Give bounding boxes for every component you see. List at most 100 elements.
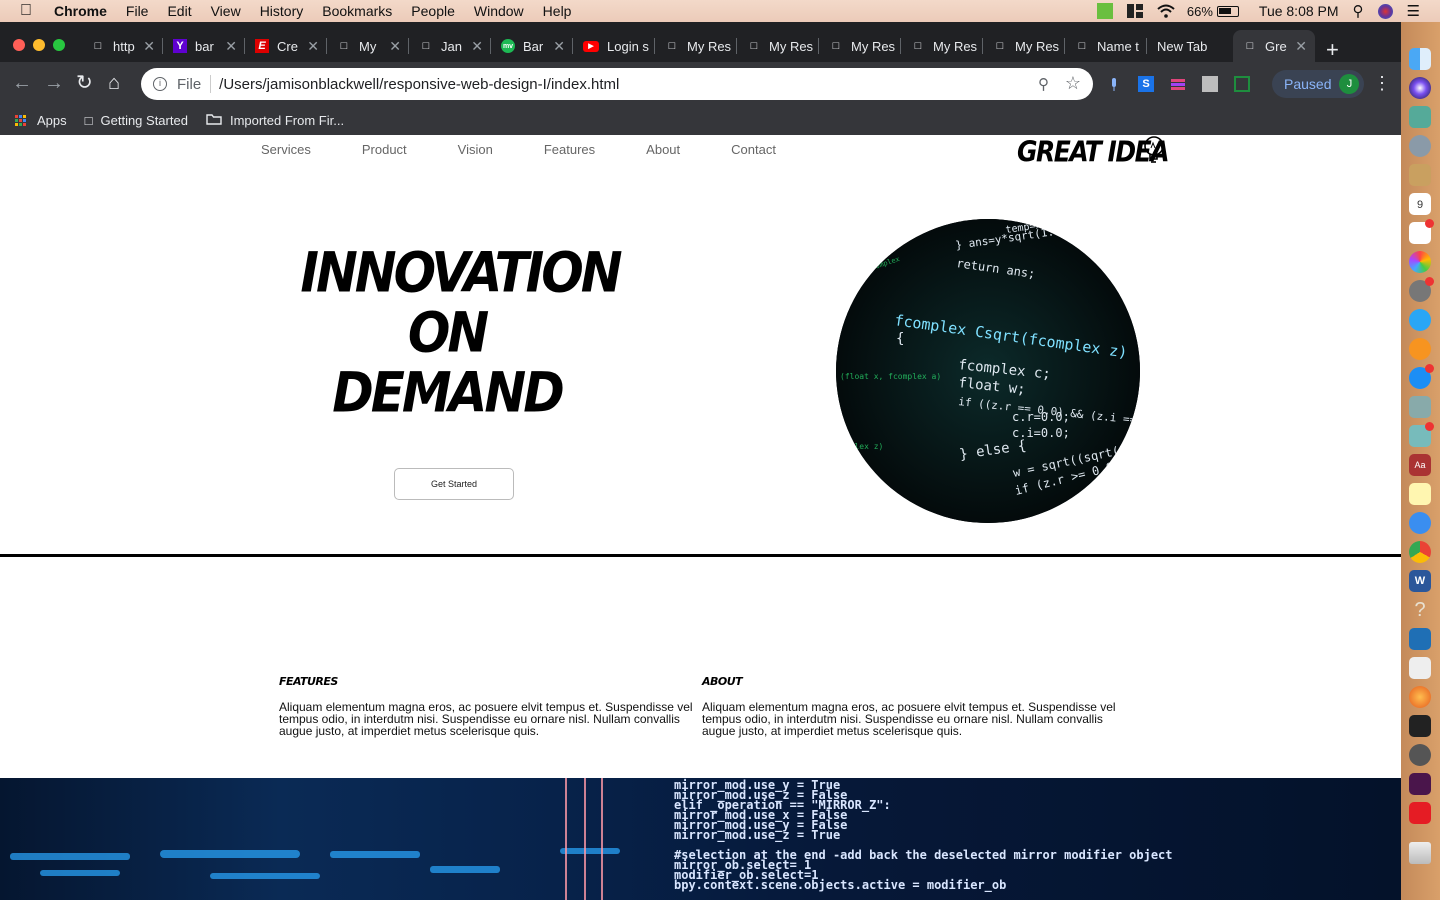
tab[interactable]: New Tab [1147, 30, 1231, 62]
photos-icon[interactable] [1409, 251, 1431, 273]
get-started-button[interactable]: Get Started [394, 468, 514, 500]
extension-gray-icon[interactable] [1202, 76, 1218, 92]
menu-history[interactable]: History [260, 3, 304, 19]
notes-app-icon[interactable] [1409, 164, 1431, 186]
window-manager-icon[interactable] [1126, 4, 1143, 18]
stickies-icon[interactable] [1409, 483, 1431, 505]
menu-app-name[interactable]: Chrome [54, 3, 107, 19]
wifi-icon[interactable] [1157, 4, 1175, 18]
tab[interactable]: □ Jan ✕ [409, 30, 491, 62]
bookmark-getting-started[interactable]: □ Getting Started [85, 113, 188, 128]
acrobat-icon[interactable] [1409, 802, 1431, 824]
nav-vision[interactable]: Vision [458, 142, 493, 157]
reload-icon[interactable]: ↻ [76, 73, 93, 93]
apple-menu-icon[interactable]:  [20, 3, 36, 19]
close-icon[interactable]: ✕ [307, 38, 319, 55]
script-editor-icon[interactable] [1409, 657, 1431, 679]
reminders-icon[interactable] [1409, 219, 1434, 244]
menu-bookmarks[interactable]: Bookmarks [322, 3, 392, 19]
siri-icon[interactable] [1409, 77, 1431, 99]
clock[interactable]: Tue 8:08 PM [1259, 3, 1339, 19]
extension-pin-icon[interactable] [1106, 76, 1122, 92]
safari-icon[interactable] [1409, 512, 1431, 534]
menu-file[interactable]: File [126, 3, 149, 19]
siri-icon[interactable] [1377, 3, 1393, 19]
home-icon[interactable]: ⌂ [108, 73, 120, 93]
launchpad-icon[interactable] [1409, 135, 1431, 157]
close-icon[interactable]: ✕ [225, 38, 237, 55]
bookmark-folder-imported[interactable]: Imported From Fir... [206, 113, 344, 128]
tab[interactable]: □ My Res [983, 30, 1065, 62]
firefox-icon[interactable] [1409, 686, 1431, 708]
preview-icon[interactable] [1409, 396, 1431, 418]
photo-app-icon[interactable] [1409, 106, 1431, 128]
menu-people[interactable]: People [411, 3, 455, 19]
nav-about[interactable]: About [646, 142, 680, 157]
zoom-icon[interactable]: ⚲ [1038, 75, 1049, 93]
extension-screenshot-icon[interactable] [1234, 76, 1250, 92]
system-preferences-icon[interactable] [1409, 277, 1434, 302]
close-icon[interactable]: ✕ [143, 38, 155, 55]
tab-active[interactable]: □ Gre ✕ [1233, 30, 1315, 62]
menu-window[interactable]: Window [474, 3, 524, 19]
trash-icon[interactable] [1409, 842, 1431, 864]
close-icon[interactable]: ✕ [1295, 38, 1307, 55]
terminal-icon[interactable] [1409, 715, 1431, 737]
spotlight-icon[interactable]: ⚲ [1353, 2, 1364, 20]
tab[interactable]: □ Name t [1065, 30, 1147, 62]
menu-help[interactable]: Help [543, 3, 572, 19]
tab[interactable]: Ybar ✕ [163, 30, 245, 62]
info-icon[interactable]: i [153, 77, 167, 91]
messages-icon[interactable] [1409, 309, 1431, 331]
nav-contact[interactable]: Contact [731, 142, 776, 157]
menu-edit[interactable]: Edit [167, 3, 191, 19]
more-menu-icon[interactable]: ⋮ [1373, 73, 1391, 94]
tab[interactable]: □ My Res [655, 30, 737, 62]
new-tab-button[interactable]: + [1326, 37, 1339, 63]
slack-icon[interactable] [1409, 773, 1431, 795]
tab[interactable]: mv Bar ✕ [491, 30, 573, 62]
finder-icon[interactable] [1409, 48, 1431, 70]
url-text[interactable]: /Users/jamisonblackwell/responsive-web-d… [219, 76, 619, 93]
tab[interactable]: □ My Res [819, 30, 901, 62]
nav-features[interactable]: Features [544, 142, 595, 157]
vscode-icon[interactable] [1409, 628, 1431, 650]
calendar-icon[interactable]: 9 [1409, 193, 1431, 215]
dictionary-icon[interactable]: Aa [1409, 454, 1431, 476]
image-capture-icon[interactable] [1409, 422, 1434, 447]
close-icon[interactable]: ✕ [389, 38, 401, 55]
forward-arrow-icon[interactable]: → [44, 73, 64, 93]
app-store-icon[interactable] [1409, 364, 1434, 389]
address-bar[interactable]: i File /Users/jamisonblackwell/responsiv… [141, 68, 1093, 100]
chrome-icon[interactable] [1409, 541, 1431, 563]
notification-center-icon[interactable]: ☰ [1407, 2, 1420, 20]
bookmark-star-icon[interactable]: ☆ [1065, 73, 1081, 94]
tab[interactable]: □ http ✕ [81, 30, 163, 62]
help-icon[interactable]: ? [1409, 599, 1431, 621]
nav-product[interactable]: Product [362, 142, 407, 157]
books-icon[interactable] [1409, 338, 1431, 360]
apps-grid-icon[interactable] [15, 114, 27, 127]
extension-stack-icon[interactable] [1170, 76, 1186, 92]
youtube-icon: ▶ [583, 40, 599, 52]
nav-services[interactable]: Services [261, 142, 311, 157]
automator-icon[interactable] [1409, 744, 1431, 766]
zoom-window-button[interactable] [53, 39, 65, 51]
close-icon[interactable]: ✕ [553, 38, 565, 55]
menu-view[interactable]: View [211, 3, 241, 19]
tab[interactable]: □ My ✕ [327, 30, 409, 62]
battery-icon[interactable] [1216, 5, 1239, 17]
tab[interactable]: E Cre ✕ [245, 30, 327, 62]
back-arrow-icon[interactable]: ← [12, 73, 32, 93]
close-window-button[interactable] [13, 39, 25, 51]
tab[interactable]: ▶ Login s [573, 30, 655, 62]
word-icon[interactable]: W [1409, 570, 1431, 592]
close-icon[interactable]: ✕ [471, 38, 483, 55]
profile-button[interactable]: Paused J [1272, 70, 1364, 98]
tab[interactable]: □ My Res [901, 30, 983, 62]
tab[interactable]: □ My Res [737, 30, 819, 62]
bookmark-apps[interactable]: Apps [37, 113, 67, 128]
minimize-window-button[interactable] [33, 39, 45, 51]
status-app-icon[interactable] [1096, 3, 1113, 19]
extension-s-icon[interactable]: S [1138, 76, 1154, 92]
